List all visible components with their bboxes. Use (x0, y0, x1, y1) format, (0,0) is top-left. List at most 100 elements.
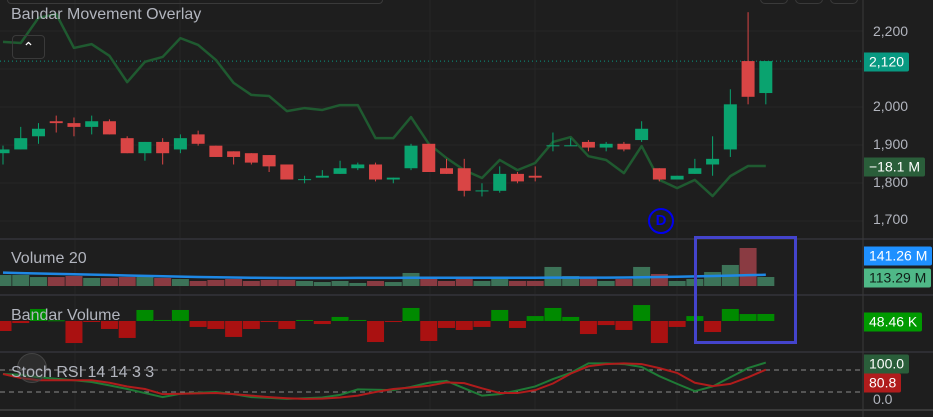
candle-up (333, 168, 347, 174)
highlight-box (694, 236, 797, 344)
volume-bar (207, 279, 225, 286)
stoch-k-tag: 100.0 (864, 354, 910, 374)
volume-bar (438, 281, 455, 286)
candle-up (706, 158, 720, 165)
candle-up (635, 128, 649, 141)
chart-canvas[interactable] (0, 0, 933, 417)
volume-bar (526, 281, 544, 286)
price-tick: 2,200 (873, 23, 909, 39)
bandar-volume-bar (438, 321, 455, 328)
candle-up (564, 145, 578, 147)
volume-bar (278, 279, 296, 286)
candle-up (138, 141, 152, 154)
candle-down (262, 155, 276, 167)
candle-down (440, 168, 453, 174)
bandar-volume-bar (526, 316, 544, 321)
volume-pane-title: Volume 20 (11, 250, 87, 267)
candle-down (67, 123, 81, 127)
candle-up (173, 138, 187, 150)
volume-bar (313, 282, 331, 286)
volume-bar (242, 281, 260, 286)
bandar-volume-bar (508, 321, 526, 328)
bandar-volume-bar (260, 321, 278, 323)
candle-down (528, 175, 542, 178)
candle-down (49, 121, 63, 124)
volume-bar (491, 279, 509, 286)
last-price-tag: 2,120 (864, 52, 910, 72)
volume-bar (597, 281, 615, 286)
bandar-volume-bar (491, 309, 509, 321)
candle-up (351, 164, 365, 169)
bandar-volume-bar (420, 321, 438, 341)
bandar-volume-bar (171, 309, 189, 321)
bandar-volume-bar (0, 321, 12, 331)
bandar-volume-bar (402, 307, 420, 321)
bandar-volume-bar (367, 321, 385, 343)
volume-bar (12, 274, 30, 286)
volume-bar (402, 272, 420, 286)
bandar-volume-bar (278, 321, 296, 329)
bandar-volume-bar (136, 309, 154, 321)
bandar-volume-bar (242, 321, 260, 329)
overlay-line (2, 12, 766, 198)
volume-bar (260, 279, 278, 286)
volume-bar (579, 277, 597, 286)
toolbar-pill[interactable] (760, 0, 788, 4)
candle-down (244, 153, 258, 163)
bandar-volume-bar (154, 319, 172, 321)
candle-down (422, 143, 436, 172)
toolbar-pill[interactable] (795, 0, 823, 4)
volume-ma-tag: 141.26 M (864, 246, 933, 266)
candle-down (280, 164, 294, 180)
bandar-volume-bar (118, 321, 136, 338)
stoch-d-tag: 80.8 (864, 373, 902, 393)
volume-bar (171, 279, 189, 286)
candle-up (0, 149, 10, 154)
candle-up (688, 168, 702, 174)
candle-down (156, 141, 170, 154)
collapse-button[interactable]: ⌃ (12, 35, 45, 59)
candle-up (386, 177, 400, 180)
bandar-volume-bar (296, 319, 314, 321)
bandar-volume-bar (313, 321, 331, 325)
bandar-pane-title: Bandar Volume (11, 307, 121, 324)
bandar-volume-bar (668, 321, 686, 327)
bandar-volume-bar (597, 321, 615, 326)
price-tick: 2,000 (873, 98, 909, 114)
volume-bar (29, 277, 47, 286)
volume-bar (615, 279, 633, 286)
dividend-marker[interactable]: D (648, 208, 674, 234)
volume-bar (83, 277, 101, 286)
top-toolbar-edge (7, 0, 383, 4)
candle-up (599, 143, 613, 148)
candle-up (759, 61, 773, 94)
candle-down (510, 173, 524, 182)
bandar-volume-bar (189, 321, 207, 327)
candle-down (652, 168, 666, 180)
bandar-volume-bar (615, 321, 633, 330)
bandar-volume-bar (225, 321, 243, 337)
bandar-volume-bar (544, 307, 562, 321)
candle-up (723, 104, 737, 150)
bandar-volume-bar (384, 321, 402, 323)
volume-bar (668, 281, 686, 286)
candle-up (546, 145, 560, 147)
bandar-volume-bar (562, 316, 580, 321)
price-tick: 1,700 (873, 211, 909, 227)
candle-up (475, 190, 489, 192)
volume-bar (331, 281, 349, 286)
stoch-pane-title: Stoch RSI 14 14 3 3 (11, 364, 155, 381)
stoch-tick: 0.0 (873, 391, 893, 407)
candle-down (617, 143, 631, 150)
candle-down (120, 138, 134, 154)
candle-down (369, 164, 383, 180)
candle-down (191, 134, 205, 144)
bandar-volume-bar (579, 321, 597, 335)
toolbar-pill[interactable] (830, 0, 858, 4)
bandar-volume-bar (633, 305, 651, 321)
main-pane-title: Bandar Movement Overlay (11, 6, 202, 23)
candle-up (404, 145, 418, 169)
candle-up (31, 128, 45, 137)
candle-down (227, 151, 241, 157)
volume-bar (296, 281, 314, 286)
